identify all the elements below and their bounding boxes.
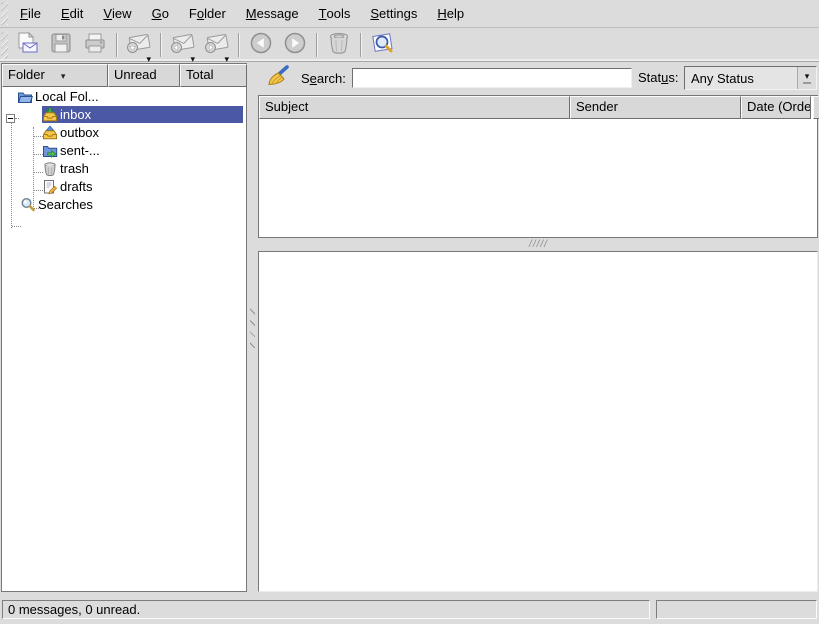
vertical-splitter[interactable] <box>247 63 258 592</box>
folder-tree-item-searches[interactable]: Searches <box>20 196 243 213</box>
folder-pane: Folder▾UnreadTotal Local Fol... inbox outb… <box>1 63 247 592</box>
find-icon <box>370 31 396 58</box>
toolbar-separator <box>116 33 118 57</box>
search-bar: Search: Status: Any Status ▾ <box>258 63 819 94</box>
back-button[interactable] <box>245 30 277 60</box>
folder-label: outbox <box>60 125 99 140</box>
dropdown-arrow-icon[interactable]: ▾ <box>224 55 229 63</box>
reply-button[interactable]: ▾ <box>167 30 199 60</box>
new-message-button[interactable] <box>11 30 43 60</box>
folder-list-header: Folder▾UnreadTotal <box>2 64 246 87</box>
menu-help[interactable]: Help <box>427 0 474 27</box>
folder-label: trash <box>60 161 89 176</box>
folder-tree-item-sent-[interactable]: sent-... <box>42 142 243 159</box>
forward-icon <box>282 31 308 58</box>
search-input[interactable] <box>352 68 632 88</box>
find-messages-button[interactable] <box>367 30 399 60</box>
toolbar-drag-handle[interactable] <box>1 32 8 59</box>
tree-guide-line <box>15 118 19 119</box>
message-list-pane: SubjectSenderDate (Order o <box>258 95 818 238</box>
move-to-trash-button[interactable] <box>323 30 355 60</box>
main-toolbar: ▾ ▾ ▾ <box>0 28 819 62</box>
dropdown-arrow-icon[interactable]: ▾ <box>146 55 151 63</box>
tree-expander-minus[interactable] <box>6 114 15 123</box>
toolbar-separator <box>360 33 362 57</box>
folder-tree: Local Fol... inbox outbox sent-... trash draf… <box>2 87 246 591</box>
trash-folder-icon <box>42 161 58 177</box>
open-folder-icon <box>17 89 33 105</box>
status-message: 0 messages, 0 unread. <box>2 600 650 619</box>
status-dropdown[interactable]: Any Status ▾ <box>684 66 817 90</box>
folder-label: Searches <box>38 197 93 212</box>
sent-mail-icon <box>42 143 58 159</box>
save-icon <box>48 31 74 58</box>
toolbar-separator <box>160 33 162 57</box>
back-icon <box>248 31 274 58</box>
menu-file[interactable]: File <box>10 0 51 27</box>
message-column-sender[interactable]: Sender <box>570 96 741 119</box>
toolbar-separator <box>316 33 318 57</box>
status-label: Status: <box>638 70 678 85</box>
horizontal-splitter[interactable]: ///// <box>258 238 819 251</box>
menu-go[interactable]: Go <box>142 0 179 27</box>
folder-tree-item-outbox[interactable]: outbox <box>42 124 243 141</box>
chevron-down-icon[interactable]: ▾ <box>797 67 816 89</box>
print-icon <box>82 31 108 58</box>
save-as-button[interactable] <box>45 30 77 60</box>
folder-label: sent-... <box>60 143 100 158</box>
folder-label: drafts <box>60 179 93 194</box>
check-mail-button[interactable]: ▾ <box>123 30 155 60</box>
status-bar: 0 messages, 0 unread. <box>0 596 819 624</box>
menu-tools[interactable]: Tools <box>309 0 361 27</box>
folder-tree-item-trash[interactable]: trash <box>42 160 243 177</box>
broom-icon[interactable] <box>263 64 293 93</box>
new-message-icon <box>14 31 40 58</box>
menu-message[interactable]: Message <box>236 0 309 27</box>
search-label: Search: <box>301 71 346 86</box>
folder-column-unread[interactable]: Unread <box>108 64 180 87</box>
toolbar-separator <box>238 33 240 57</box>
print-button[interactable] <box>79 30 111 60</box>
folder-column-folder[interactable]: Folder▾ <box>2 64 108 87</box>
splitter-grip <box>250 304 255 348</box>
message-column-subject[interactable]: Subject <box>259 96 570 119</box>
folder-column-total[interactable]: Total <box>180 64 247 87</box>
message-column-date[interactable]: Date (Order o <box>741 96 811 119</box>
header-corner-strip <box>813 96 819 119</box>
menu-edit[interactable]: Edit <box>51 0 93 27</box>
status-right-panel <box>656 600 817 619</box>
menu-view[interactable]: View <box>93 0 141 27</box>
splitter-grip: ///// <box>529 240 548 250</box>
forward-button[interactable] <box>279 30 311 60</box>
tree-guide-line <box>12 226 21 227</box>
status-dropdown-value: Any Status <box>685 71 797 86</box>
inbox-icon <box>42 107 58 123</box>
message-preview-pane <box>258 251 818 592</box>
folder-label: inbox <box>60 107 91 122</box>
message-list-header: SubjectSenderDate (Order o <box>259 96 817 119</box>
folder-tree-item-inbox[interactable]: inbox <box>42 106 243 123</box>
folder-tree-item-drafts[interactable]: drafts <box>42 178 243 195</box>
menu-settings[interactable]: Settings <box>360 0 427 27</box>
folder-tree-item-local-fol-[interactable]: Local Fol... <box>17 88 243 105</box>
tree-guide-line <box>11 123 12 228</box>
menu-bar: FileEditViewGoFolderMessageToolsSettings… <box>0 0 819 28</box>
folder-label: Local Fol... <box>35 89 99 104</box>
forward-message-button[interactable]: ▾ <box>201 30 233 60</box>
menu-folder[interactable]: Folder <box>179 0 236 27</box>
searches-icon <box>20 197 36 213</box>
trash-icon <box>326 31 352 58</box>
drafts-icon <box>42 179 58 195</box>
sort-arrow-icon: ▾ <box>61 71 66 81</box>
dropdown-arrow-icon[interactable]: ▾ <box>190 55 195 63</box>
outbox-icon <box>42 125 58 141</box>
menubar-drag-handle[interactable] <box>1 2 8 25</box>
